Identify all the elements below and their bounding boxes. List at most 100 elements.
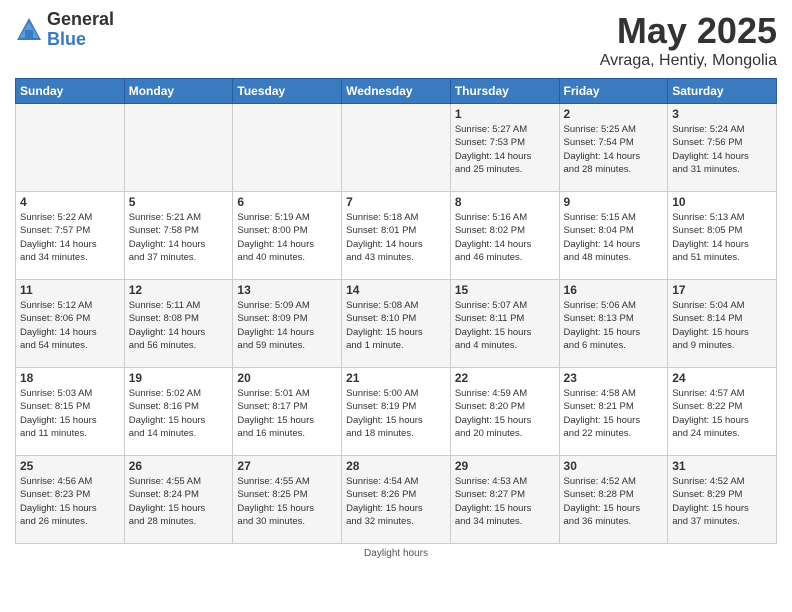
day-info: Sunrise: 5:16 AM Sunset: 8:02 PM Dayligh… [455, 211, 555, 264]
logo-blue: Blue [47, 30, 114, 50]
cell-2-3: 7 Sunrise: 5:18 AM Sunset: 8:01 PM Daylig… [342, 192, 451, 280]
day-number: 20 [237, 371, 337, 385]
day-number: 14 [346, 283, 446, 297]
cell-2-4: 8 Sunrise: 5:16 AM Sunset: 8:02 PM Daylig… [450, 192, 559, 280]
day-number: 10 [672, 195, 772, 209]
day-info: Sunrise: 4:52 AM Sunset: 8:28 PM Dayligh… [564, 475, 664, 528]
location: Avraga, Hentiy, Mongolia [600, 52, 777, 70]
col-header-friday: Friday [559, 79, 668, 104]
day-number: 11 [20, 283, 120, 297]
cell-4-5: 23 Sunrise: 4:58 AM Sunset: 8:21 PM Dayli… [559, 368, 668, 456]
cell-3-1: 12Sunrise: 5:11 AM Sunset: 8:08 PM Dayli… [124, 280, 233, 368]
week-row-3: 11 Sunrise: 5:12 AM Sunset: 8:06 PM Dayli… [16, 280, 777, 368]
day-number: 21 [346, 371, 446, 385]
cell-3-5: 16Sunrise: 5:06 AM Sunset: 8:13 PM Dayli… [559, 280, 668, 368]
cell-2-1: 5Sunrise: 5:21 AM Sunset: 7:58 PM Daylig… [124, 192, 233, 280]
col-header-thursday: Thursday [450, 79, 559, 104]
day-info: Sunrise: 5:00 AM Sunset: 8:19 PM Dayligh… [346, 387, 446, 440]
day-number: 13 [237, 283, 337, 297]
day-number: 15 [455, 283, 555, 297]
cell-1-4: 1 Sunrise: 5:27 AM Sunset: 7:53 PM Daylig… [450, 104, 559, 192]
cell-5-3: 28 Sunrise: 4:54 AM Sunset: 8:26 PM Dayli… [342, 456, 451, 544]
cell-4-1: 19Sunrise: 5:02 AM Sunset: 8:16 PM Dayli… [124, 368, 233, 456]
day-number: 1 [455, 107, 555, 121]
day-info: Sunrise: 4:57 AM Sunset: 8:22 PM Dayligh… [672, 387, 772, 440]
cell-5-5: 30 Sunrise: 4:52 AM Sunset: 8:28 PM Dayli… [559, 456, 668, 544]
cell-2-0: 4 Sunrise: 5:22 AM Sunset: 7:57 PM Daylig… [16, 192, 125, 280]
day-number: 17 [672, 283, 772, 297]
day-info: Sunrise: 4:58 AM Sunset: 8:21 PM Dayligh… [564, 387, 664, 440]
cell-1-3 [342, 104, 451, 192]
footer: Daylight hours [15, 548, 777, 559]
cell-4-3: 21 Sunrise: 5:00 AM Sunset: 8:19 PM Dayli… [342, 368, 451, 456]
day-number: 9 [564, 195, 664, 209]
week-row-5: 25Sunrise: 4:56 AM Sunset: 8:23 PM Dayli… [16, 456, 777, 544]
day-number: 16 [564, 283, 664, 297]
day-info: Sunrise: 5:01 AM Sunset: 8:17 PM Dayligh… [237, 387, 337, 440]
cell-4-2: 20 Sunrise: 5:01 AM Sunset: 8:17 PM Dayli… [233, 368, 342, 456]
day-info: Sunrise: 5:27 AM Sunset: 7:53 PM Dayligh… [455, 123, 555, 176]
cell-5-2: 27 Sunrise: 4:55 AM Sunset: 8:25 PM Dayli… [233, 456, 342, 544]
page: General Blue May 2025 Avraga, Hentiy, Mo… [0, 0, 792, 569]
day-number: 2 [564, 107, 664, 121]
cell-2-2: 6 Sunrise: 5:19 AM Sunset: 8:00 PM Daylig… [233, 192, 342, 280]
day-info: Sunrise: 4:59 AM Sunset: 8:20 PM Dayligh… [455, 387, 555, 440]
day-info: Sunrise: 5:03 AM Sunset: 8:15 PM Dayligh… [20, 387, 120, 440]
day-number: 29 [455, 459, 555, 473]
day-number: 27 [237, 459, 337, 473]
logo-general: General [47, 10, 114, 30]
day-info: Sunrise: 5:04 AM Sunset: 8:14 PM Dayligh… [672, 299, 772, 352]
cell-1-6: 3 Sunrise: 5:24 AM Sunset: 7:56 PM Daylig… [668, 104, 777, 192]
day-number: 7 [346, 195, 446, 209]
cell-4-0: 18Sunrise: 5:03 AM Sunset: 8:15 PM Dayli… [16, 368, 125, 456]
cell-5-4: 29 Sunrise: 4:53 AM Sunset: 8:27 PM Dayli… [450, 456, 559, 544]
week-row-4: 18Sunrise: 5:03 AM Sunset: 8:15 PM Dayli… [16, 368, 777, 456]
cell-1-2 [233, 104, 342, 192]
cell-2-6: 10 Sunrise: 5:13 AM Sunset: 8:05 PM Dayli… [668, 192, 777, 280]
day-info: Sunrise: 5:21 AM Sunset: 7:58 PM Dayligh… [129, 211, 229, 264]
day-number: 31 [672, 459, 772, 473]
cell-2-5: 9 Sunrise: 5:15 AM Sunset: 8:04 PM Daylig… [559, 192, 668, 280]
day-info: Sunrise: 4:54 AM Sunset: 8:26 PM Dayligh… [346, 475, 446, 528]
day-info: Sunrise: 5:22 AM Sunset: 7:57 PM Dayligh… [20, 211, 120, 264]
day-number: 3 [672, 107, 772, 121]
cell-1-5: 2Sunrise: 5:25 AM Sunset: 7:54 PM Daylig… [559, 104, 668, 192]
day-number: 8 [455, 195, 555, 209]
logo-icon [15, 16, 43, 44]
title-block: May 2025 Avraga, Hentiy, Mongolia [600, 10, 777, 70]
day-number: 28 [346, 459, 446, 473]
cell-3-2: 13 Sunrise: 5:09 AM Sunset: 8:09 PM Dayli… [233, 280, 342, 368]
month-title: May 2025 [600, 10, 777, 52]
logo: General Blue [15, 10, 114, 50]
day-info: Sunrise: 5:12 AM Sunset: 8:06 PM Dayligh… [20, 299, 120, 352]
cell-3-4: 15 Sunrise: 5:07 AM Sunset: 8:11 PM Dayli… [450, 280, 559, 368]
logo-text: General Blue [47, 10, 114, 50]
day-info: Sunrise: 5:11 AM Sunset: 8:08 PM Dayligh… [129, 299, 229, 352]
day-number: 6 [237, 195, 337, 209]
day-info: Sunrise: 5:15 AM Sunset: 8:04 PM Dayligh… [564, 211, 664, 264]
day-number: 23 [564, 371, 664, 385]
header-row: SundayMondayTuesdayWednesdayThursdayFrid… [16, 79, 777, 104]
day-info: Sunrise: 5:08 AM Sunset: 8:10 PM Dayligh… [346, 299, 446, 352]
day-number: 19 [129, 371, 229, 385]
day-number: 4 [20, 195, 120, 209]
day-info: Sunrise: 5:24 AM Sunset: 7:56 PM Dayligh… [672, 123, 772, 176]
day-info: Sunrise: 5:07 AM Sunset: 8:11 PM Dayligh… [455, 299, 555, 352]
cell-5-6: 31Sunrise: 4:52 AM Sunset: 8:29 PM Dayli… [668, 456, 777, 544]
day-info: Sunrise: 4:53 AM Sunset: 8:27 PM Dayligh… [455, 475, 555, 528]
cell-3-3: 14 Sunrise: 5:08 AM Sunset: 8:10 PM Dayli… [342, 280, 451, 368]
day-number: 26 [129, 459, 229, 473]
cell-3-6: 17 Sunrise: 5:04 AM Sunset: 8:14 PM Dayli… [668, 280, 777, 368]
day-info: Sunrise: 5:09 AM Sunset: 8:09 PM Dayligh… [237, 299, 337, 352]
week-row-2: 4 Sunrise: 5:22 AM Sunset: 7:57 PM Daylig… [16, 192, 777, 280]
cell-4-4: 22Sunrise: 4:59 AM Sunset: 8:20 PM Dayli… [450, 368, 559, 456]
day-info: Sunrise: 5:13 AM Sunset: 8:05 PM Dayligh… [672, 211, 772, 264]
day-info: Sunrise: 4:55 AM Sunset: 8:25 PM Dayligh… [237, 475, 337, 528]
calendar-table: SundayMondayTuesdayWednesdayThursdayFrid… [15, 78, 777, 544]
day-number: 24 [672, 371, 772, 385]
col-header-monday: Monday [124, 79, 233, 104]
day-number: 30 [564, 459, 664, 473]
day-info: Sunrise: 5:18 AM Sunset: 8:01 PM Dayligh… [346, 211, 446, 264]
day-info: Sunrise: 5:19 AM Sunset: 8:00 PM Dayligh… [237, 211, 337, 264]
cell-3-0: 11 Sunrise: 5:12 AM Sunset: 8:06 PM Dayli… [16, 280, 125, 368]
